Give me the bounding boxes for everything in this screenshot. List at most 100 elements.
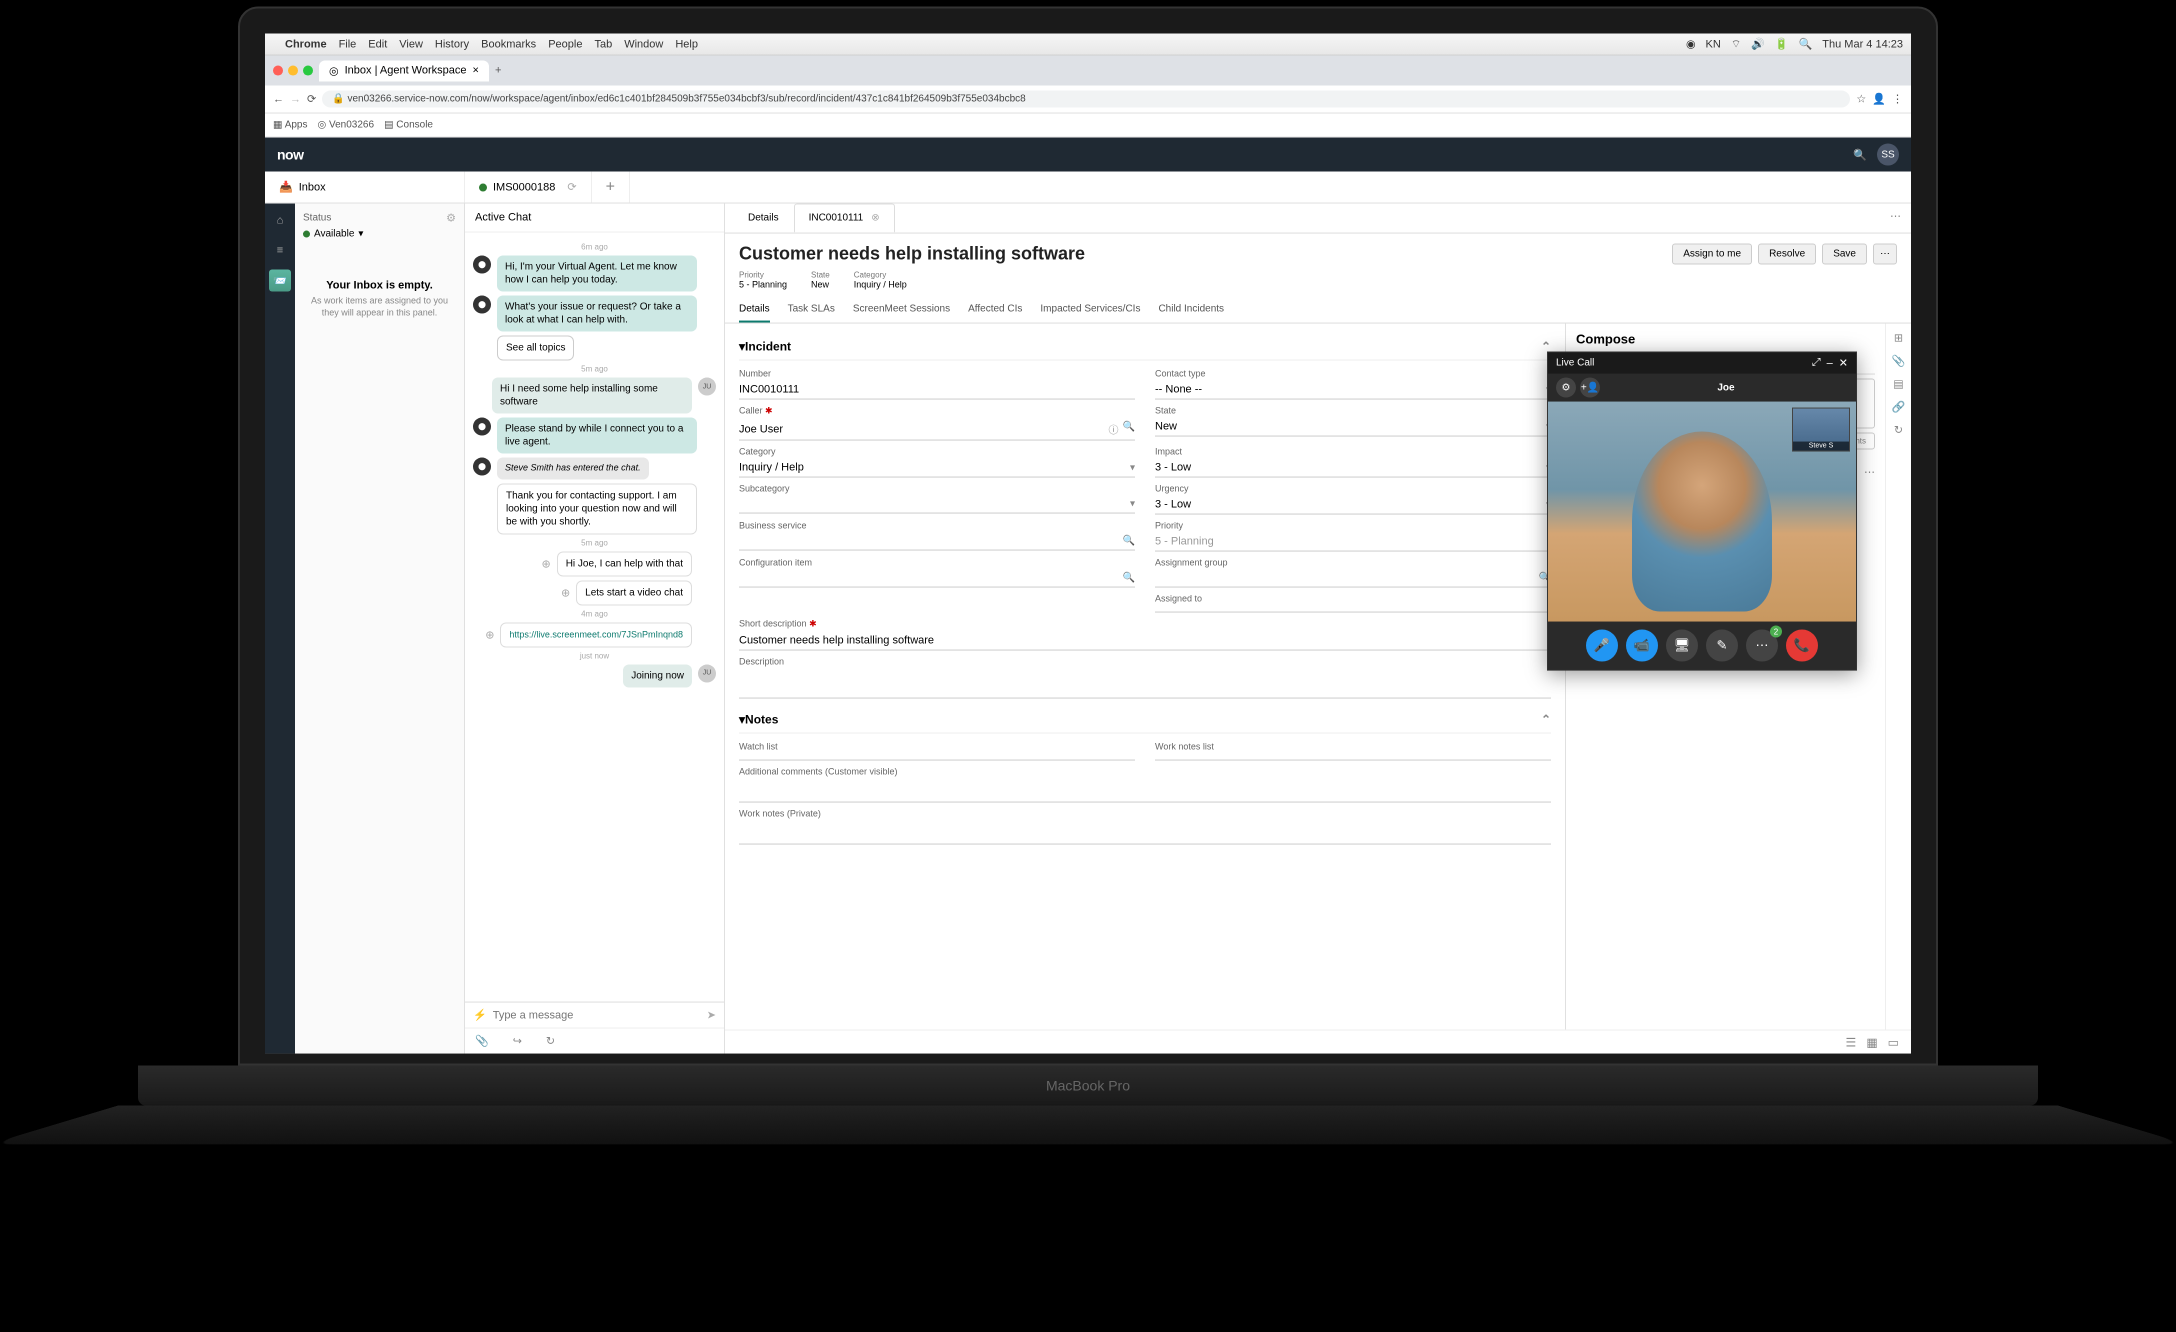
section-notes[interactable]: ▾ Notes⌃ <box>739 707 1551 734</box>
address-bar[interactable]: 🔒 ven03266.service-now.com/now/workspace… <box>322 91 1850 108</box>
battery-icon[interactable]: 🔋 <box>1775 38 1789 51</box>
chat-link-msg[interactable]: https://live.screenmeet.com/7JSnPmInqnd8 <box>500 622 692 647</box>
subtab-screenmeet[interactable]: ScreenMeet Sessions <box>853 298 950 323</box>
spotlight-icon[interactable]: 🔍 <box>1799 38 1813 51</box>
search-icon[interactable]: 🔍 <box>1123 422 1135 437</box>
call-settings-icon[interactable]: ⚙ <box>1556 378 1576 398</box>
tab-inbox[interactable]: 📥 Inbox <box>265 172 465 203</box>
rail-list-icon[interactable]: ≡ <box>269 240 291 262</box>
resolve-button[interactable]: Resolve <box>1758 244 1816 265</box>
close-icon[interactable]: ✕ <box>1839 357 1848 370</box>
contacttype-select[interactable]: -- None --▾ <box>1155 381 1551 400</box>
screencast-icon[interactable]: ◉ <box>1686 38 1696 51</box>
subtab-impacted[interactable]: Impacted Services/CIs <box>1040 298 1140 323</box>
kn-indicator[interactable]: KN <box>1706 38 1721 50</box>
number-field[interactable]: INC0010111 <box>739 381 1135 400</box>
tab-record[interactable]: IMS0000188 ⟳ <box>465 172 592 203</box>
subtab-affected-cis[interactable]: Affected CIs <box>968 298 1022 323</box>
record-tab-incident[interactable]: INC0010111 ⊗ <box>794 204 895 233</box>
save-button[interactable]: Save <box>1822 244 1867 265</box>
macos-app-name[interactable]: Chrome <box>285 38 327 50</box>
video-pip[interactable]: Steve S <box>1792 408 1850 452</box>
view-list-icon[interactable]: ☰ <box>1846 1035 1857 1049</box>
mic-button[interactable]: 🎤 <box>1586 630 1618 662</box>
record-tab-more-icon[interactable]: ⋯ <box>1880 204 1911 233</box>
urgency-select[interactable]: 3 - Low▾ <box>1155 496 1551 515</box>
menu-help[interactable]: Help <box>675 38 698 50</box>
worknoteslist-field[interactable] <box>1155 754 1551 761</box>
caller-field[interactable]: Joe Userⓘ 🔍 <box>739 419 1135 441</box>
ven-bookmark[interactable]: ◎ Ven03266 <box>317 120 374 131</box>
category-select[interactable]: Inquiry / Help▾ <box>739 459 1135 478</box>
subtab-details[interactable]: Details <box>739 298 770 323</box>
status-selector[interactable]: Available ▾ <box>303 229 456 240</box>
star-icon[interactable]: ☆ <box>1856 93 1866 106</box>
header-search-icon[interactable]: 🔍 <box>1853 148 1867 161</box>
camera-button[interactable]: 📹 <box>1626 630 1658 662</box>
view-grid-icon[interactable]: ▦ <box>1866 1035 1877 1049</box>
browser-tab[interactable]: ◎ Inbox | Agent Workspace × <box>319 60 489 81</box>
rail-more-icon[interactable]: ↻ <box>1894 424 1903 437</box>
ci-field[interactable]: 🔍 <box>739 570 1135 588</box>
nav-reload-icon[interactable]: ⟳ <box>307 93 316 106</box>
tab-refresh-icon[interactable]: ⟳ <box>567 181 576 194</box>
chat-input[interactable] <box>493 1009 701 1021</box>
popout-icon[interactable]: ⤢ <box>1812 357 1821 370</box>
wifi-icon[interactable]: ⌔ <box>1731 37 1741 51</box>
rail-templates-icon[interactable]: ▤ <box>1893 378 1903 391</box>
profile-icon[interactable]: 👤 <box>1872 93 1886 106</box>
add-participant-icon[interactable]: +👤 <box>1580 378 1600 398</box>
nav-forward-icon[interactable]: → <box>290 93 301 105</box>
search-icon[interactable]: 🔍 <box>1123 536 1135 547</box>
record-tab-details[interactable]: Details <box>733 204 794 233</box>
annotate-button[interactable]: ✎ <box>1706 630 1738 662</box>
chat-topics-button[interactable]: See all topics <box>497 336 574 361</box>
hangup-button[interactable]: 📞 <box>1786 630 1818 662</box>
live-call-titlebar[interactable]: Live Call ⤢ – ✕ <box>1548 353 1856 374</box>
assignedto-field[interactable] <box>1155 606 1551 613</box>
section-incident[interactable]: ▾ Incident⌃ <box>739 334 1551 361</box>
msg-tool-icon[interactable]: ⊕ <box>561 586 570 599</box>
end-chat-icon[interactable]: ↻ <box>546 1035 555 1048</box>
menu-history[interactable]: History <box>435 38 469 50</box>
menu-window[interactable]: Window <box>624 38 663 50</box>
shortdesc-field[interactable]: Customer needs help installing software <box>739 632 1551 651</box>
send-icon[interactable]: ➤ <box>707 1009 716 1022</box>
screenshare-button[interactable]: 🖥 <box>1666 630 1698 662</box>
apps-bookmark[interactable]: ▦ Apps <box>273 120 307 131</box>
rail-inbox-icon[interactable]: 📨 <box>269 270 291 292</box>
volume-icon[interactable]: 🔊 <box>1751 38 1765 51</box>
addcomments-field[interactable] <box>739 779 1551 803</box>
attach-icon[interactable]: 📎 <box>475 1035 489 1048</box>
tab-add[interactable]: + <box>592 172 630 203</box>
chrome-menu-icon[interactable]: ⋮ <box>1892 93 1903 106</box>
msg-tool-icon[interactable]: ⊕ <box>485 628 494 641</box>
state-select[interactable]: New▾ <box>1155 418 1551 437</box>
assign-to-me-button[interactable]: Assign to me <box>1672 244 1752 265</box>
tab-close-icon[interactable]: ⊗ <box>871 213 879 224</box>
chat-body[interactable]: 6m ago ⬤Hi, I'm your Virtual Agent. Let … <box>465 233 724 1002</box>
rail-link-icon[interactable]: 🔗 <box>1892 401 1906 414</box>
impact-select[interactable]: 3 - Low▾ <box>1155 459 1551 478</box>
subcategory-select[interactable]: ▾ <box>739 496 1135 514</box>
transfer-icon[interactable]: ↪ <box>513 1035 522 1048</box>
rail-agent-assist-icon[interactable]: ⊞ <box>1894 332 1903 345</box>
more-controls-button[interactable]: ⋯ <box>1746 630 1778 662</box>
view-card-icon[interactable]: ▭ <box>1888 1035 1899 1049</box>
minimize-icon[interactable]: – <box>1827 357 1833 369</box>
menu-bookmarks[interactable]: Bookmarks <box>481 38 536 50</box>
assigngroup-field[interactable]: 🔍 <box>1155 570 1551 588</box>
menu-people[interactable]: People <box>548 38 582 50</box>
menu-view[interactable]: View <box>399 38 423 50</box>
lightning-icon[interactable]: ⚡ <box>473 1009 487 1022</box>
live-call-window[interactable]: Live Call ⤢ – ✕ ⚙ +👤 Joe Steve S <box>1547 352 1857 671</box>
window-close[interactable] <box>273 66 283 76</box>
rail-attachments-icon[interactable]: 📎 <box>1892 355 1906 368</box>
msg-tool-icon[interactable]: ⊕ <box>541 557 550 570</box>
description-field[interactable] <box>739 669 1551 699</box>
subtab-slas[interactable]: Task SLAs <box>788 298 835 323</box>
more-actions-button[interactable]: ⋯ <box>1873 244 1897 265</box>
menu-tab[interactable]: Tab <box>594 38 612 50</box>
rail-home-icon[interactable]: ⌂ <box>269 210 291 232</box>
window-minimize[interactable] <box>288 66 298 76</box>
